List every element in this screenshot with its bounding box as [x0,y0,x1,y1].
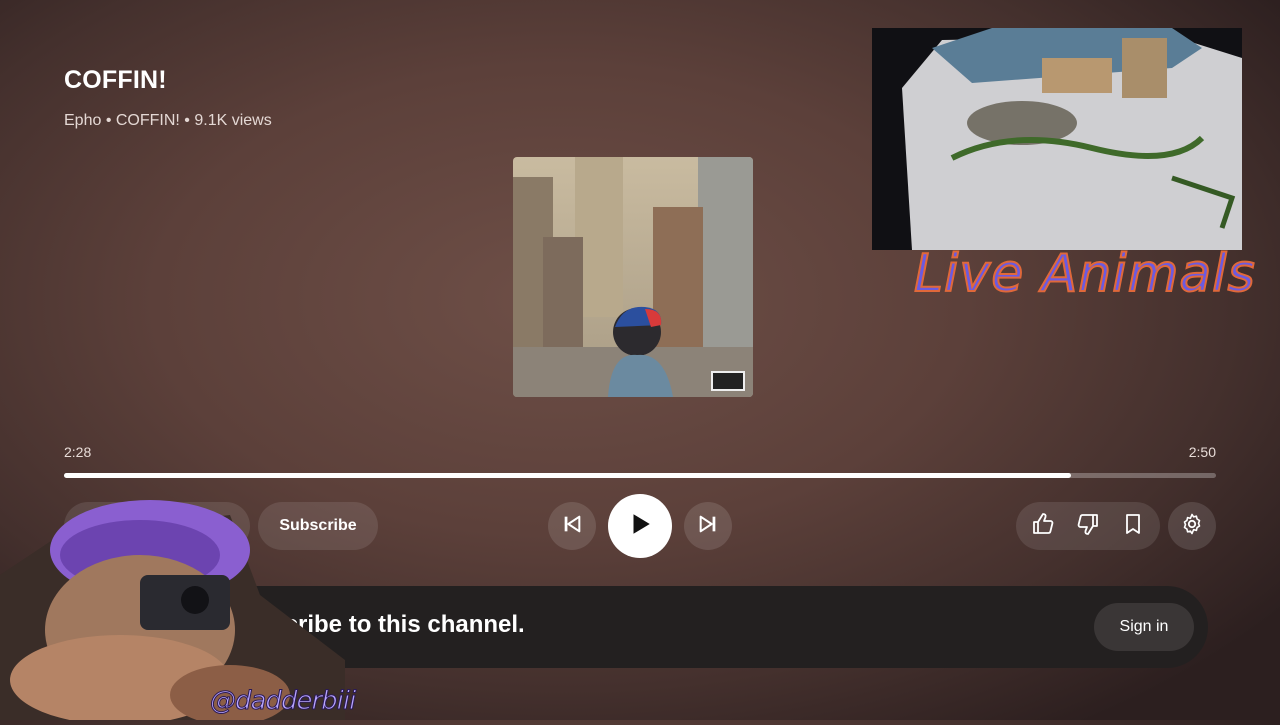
current-time: 2:28 [64,444,92,460]
bookmark-icon[interactable] [1121,512,1145,541]
play-button[interactable] [608,494,672,558]
progress-fill [64,473,1071,478]
sign-in-button[interactable]: Sign in [1094,603,1194,651]
skip-next-button[interactable] [684,502,732,550]
thumbs-down-icon[interactable] [1076,512,1100,541]
duration: 2:50 [1188,444,1216,460]
skip-previous-icon [561,513,583,540]
video-subtitle: Epho • COFFIN! • 9.1K views [64,112,272,129]
camera-overlay-title: Live Animals [913,243,1256,305]
album-art [513,157,753,397]
settings-button[interactable] [1168,502,1216,550]
rating-group [1016,502,1160,550]
play-icon [627,511,653,542]
sign-in-banner: ubscribe to this channel. Sign in [196,586,1208,668]
live-camera-feed [872,28,1242,250]
skip-previous-button[interactable] [548,502,596,550]
skip-next-icon [697,513,719,540]
gear-icon [1180,512,1204,541]
streamer-handle: @dadderbiii [209,686,356,717]
progress-bar[interactable] [64,473,1216,478]
thumbs-up-icon[interactable] [1031,512,1055,541]
video-title: COFFIN! [64,66,167,94]
